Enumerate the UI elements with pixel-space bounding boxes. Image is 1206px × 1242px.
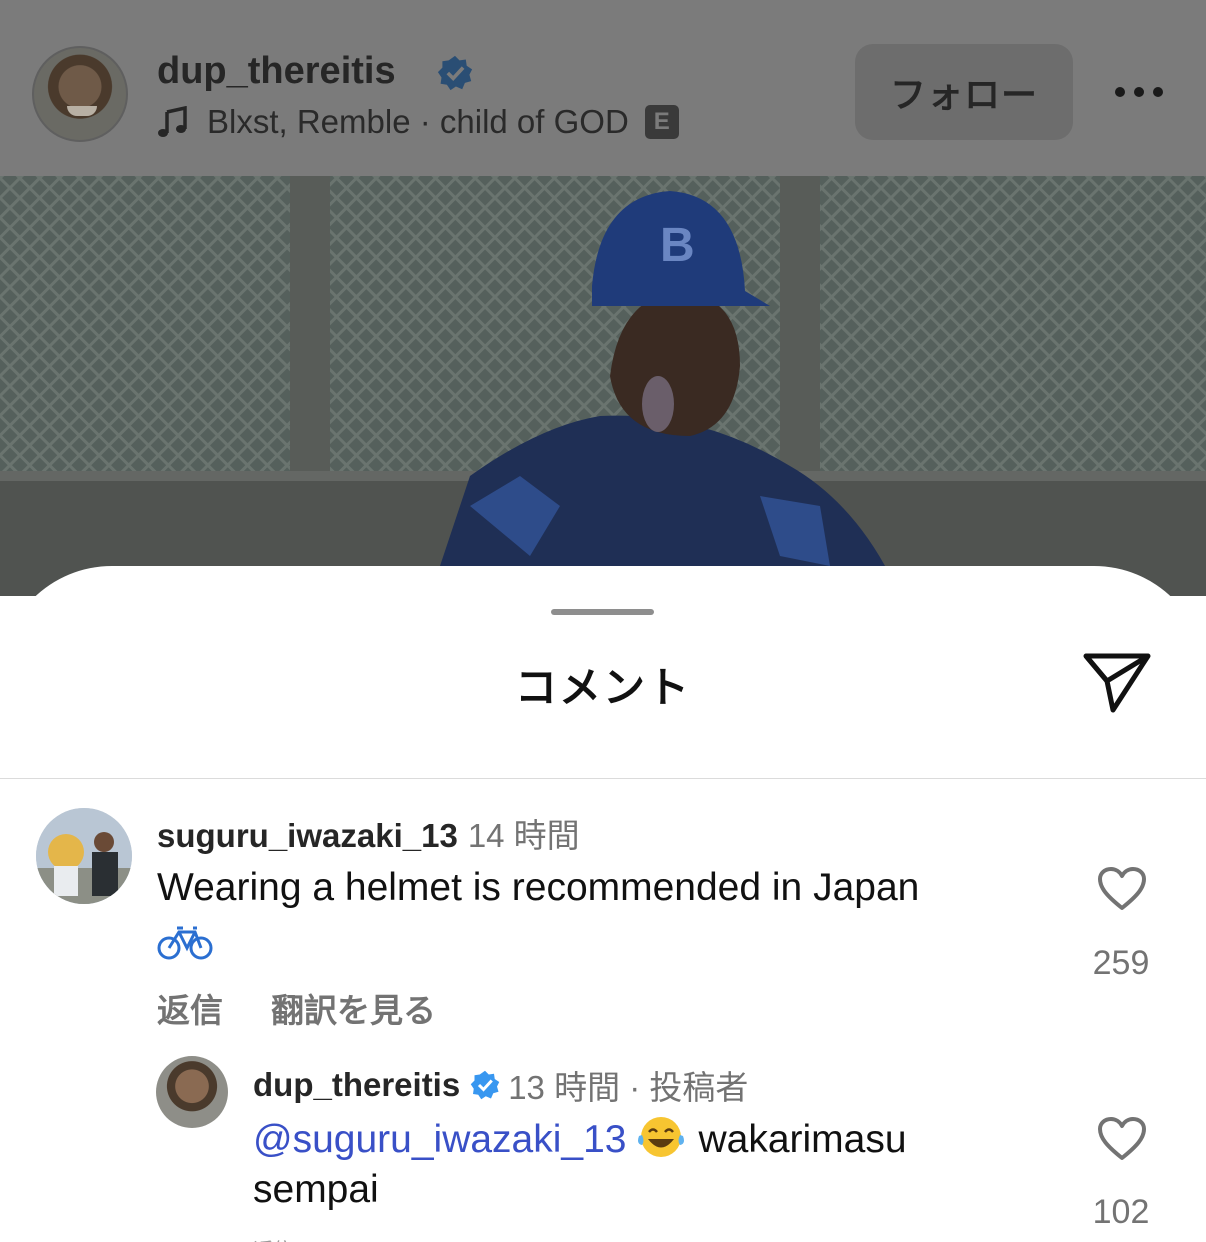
music-track-label: Blxst, Remble · child of GOD bbox=[207, 103, 629, 140]
reply-username[interactable]: dup_thereitis bbox=[253, 1066, 460, 1104]
svg-text:B: B bbox=[660, 219, 695, 272]
reply-like-count: 102 bbox=[1092, 1193, 1150, 1231]
sheet-title: コメント bbox=[514, 664, 691, 711]
commenter-avatar-image bbox=[36, 808, 132, 904]
like-heart-icon[interactable] bbox=[1097, 1116, 1147, 1162]
post-author-username[interactable]: dup_thereitis bbox=[157, 50, 396, 93]
bicycle-emoji-icon bbox=[157, 926, 213, 960]
follow-button[interactable]: フォロー bbox=[855, 44, 1073, 140]
reply-text: @suguru_iwazaki_13 wakarimasu sempai bbox=[253, 1114, 1013, 1215]
laughing-tears-emoji-icon bbox=[638, 1117, 685, 1157]
reply-author[interactable]: dup_thereitis 13 時間 · 投稿者 bbox=[253, 1061, 748, 1109]
explicit-badge: E bbox=[644, 105, 679, 139]
comment-text-content: Wearing a helmet is recommended in Japan bbox=[157, 866, 920, 909]
comments-sheet: コメント suguru_iwazaki_13 14 時間 Wearing a he… bbox=[0, 566, 1206, 1242]
drag-handle[interactable] bbox=[551, 609, 654, 615]
mention-link[interactable]: @suguru_iwazaki_13 bbox=[253, 1118, 626, 1161]
reply-text-line2: sempai bbox=[253, 1168, 379, 1211]
commenter-avatar[interactable] bbox=[36, 808, 132, 904]
see-translation-button[interactable]: 翻訳を見る bbox=[271, 992, 436, 1029]
reply-text-content: wakarimasu bbox=[698, 1118, 907, 1161]
share-send-icon[interactable] bbox=[1081, 651, 1153, 713]
more-options-icon[interactable] bbox=[1112, 80, 1166, 104]
sheet-divider bbox=[0, 778, 1206, 779]
video-frame: B bbox=[0, 176, 1206, 596]
comment-author[interactable]: suguru_iwazaki_13 14 時間 bbox=[157, 809, 580, 857]
music-info[interactable]: Blxst, Remble · child of GOD E bbox=[157, 102, 679, 142]
reply-button[interactable]: 返信 bbox=[157, 992, 223, 1029]
like-heart-icon[interactable] bbox=[1097, 866, 1147, 912]
music-note-icon bbox=[158, 106, 187, 137]
comment-actions: 返信 翻訳を見る bbox=[157, 984, 484, 1032]
post-author-avatar[interactable] bbox=[32, 46, 128, 142]
reply-author-avatar[interactable] bbox=[156, 1056, 228, 1128]
post-header: dup_thereitis Blxst, Remble · child of G… bbox=[0, 0, 1206, 176]
reply-button-partial[interactable]: 返信 bbox=[253, 1234, 293, 1242]
comment-time: 14 時間 bbox=[467, 817, 580, 854]
comment-text: Wearing a helmet is recommended in Japan bbox=[157, 860, 1037, 962]
verified-badge-icon bbox=[437, 55, 473, 91]
comment-like-count: 259 bbox=[1092, 944, 1150, 982]
post-video[interactable]: B bbox=[0, 176, 1206, 596]
verified-badge-icon bbox=[470, 1070, 500, 1100]
comment-username[interactable]: suguru_iwazaki_13 bbox=[157, 817, 458, 854]
reply-time: 13 時間 · 投稿者 bbox=[508, 1069, 749, 1106]
